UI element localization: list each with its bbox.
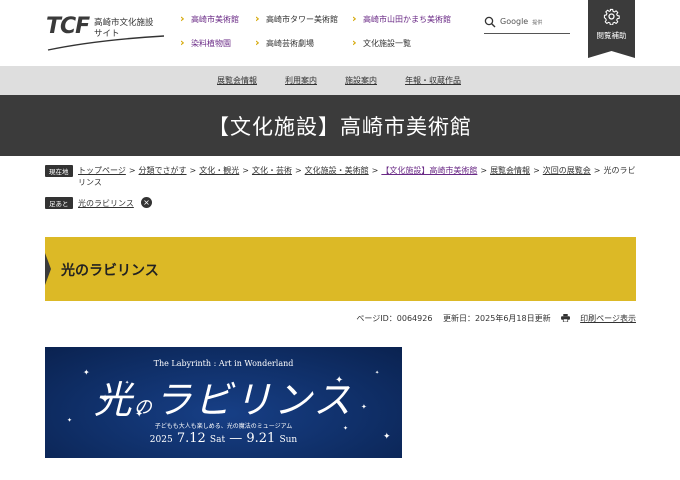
subnav-facility-guide[interactable]: 施設案内 [345,75,377,86]
footprint-item[interactable]: 光のラビリンス [78,198,134,209]
page-heading: 光のラビリンス [61,263,159,279]
breadcrumb-list: トップページ > 分類でさがす > 文化・観光 > 文化・芸術 > 文化施設・美術館 > 【文化施設… [78,166,636,187]
site-header: TCF 高崎市文化施設 サイト 高崎市美術館 高崎市タワー美術館 高崎市山田かま… [0,0,680,66]
search-icon[interactable] [484,16,496,28]
page-id: ページID：0064926 [356,314,433,323]
subnav-annual-report[interactable]: 年報・収蔵作品 [405,75,461,86]
breadcrumb-tag: 現在地 [45,165,73,177]
site-logo[interactable]: TCF 高崎市文化施設 サイト [46,12,166,54]
nav-link-dye-garden[interactable]: 染料植物園 [180,36,231,49]
nav-link-tower-museum[interactable]: 高崎市タワー美術館 [255,12,338,25]
print-link[interactable]: 印刷ページ表示 [561,314,636,323]
updated-date: 更新日：2025年6月18日更新 [442,314,551,323]
footprint: 足あと 光のラビリンス × [45,197,245,211]
title-band: 【文化施設】高崎市美術館 [0,95,680,156]
search-placeholder: Google 提供 [500,17,543,26]
accessibility-button[interactable]: 閲覧補助 [588,0,635,58]
banner-tagline: 子どもも大人も楽しめる、光の魔法のミュージアム [154,423,293,430]
section-nav: 展覧会情報 利用案内 施設案内 年報・収蔵作品 [0,66,680,95]
nav-link-arts-theatre[interactable]: 高崎芸術劇場 [255,36,314,49]
nav-link-facility-list[interactable]: 文化施設一覧 [352,36,411,49]
page-meta: ページID：0064926 更新日：2025年6月18日更新 印刷ページ表示 [348,313,636,324]
breadcrumb-item-facilities[interactable]: 文化施設・美術館 [305,166,369,175]
breadcrumb-item-next-exhibition[interactable]: 次回の展覧会 [543,166,591,175]
page-title: 【文化施設】高崎市美術館 [208,115,472,139]
breadcrumb-item-culture-arts[interactable]: 文化・芸術 [252,166,292,175]
breadcrumb-item-museum[interactable]: 【文化施設】高崎市美術館 [381,166,477,175]
header-nav: 高崎市美術館 高崎市タワー美術館 高崎市山田かまち美術館 染料植物園 高崎芸術劇… [180,12,470,54]
subnav-exhibitions[interactable]: 展覧会情報 [217,75,257,86]
search-box[interactable]: Google 提供 [484,14,570,34]
printer-icon [561,314,571,322]
banner-subtitle: The Labyrinth : Art in Wonderland [153,359,294,368]
banner-title: 光のラビリンス [93,378,354,422]
accessibility-label: 閲覧補助 [596,31,627,40]
subnav-usage-guide[interactable]: 利用案内 [285,75,317,86]
breadcrumb-item-culture-tourism[interactable]: 文化・観光 [199,166,239,175]
breadcrumb-item-category[interactable]: 分類でさがす [139,166,187,175]
breadcrumb-item-top[interactable]: トップページ [78,166,126,175]
nav-link-takasaki-museum[interactable]: 高崎市美術館 [180,12,239,25]
banner-dates: 2025 7.12 Sat — 9.21 Sun [149,431,298,446]
logo-text-line2: サイト [94,29,120,39]
close-icon[interactable]: × [141,197,152,208]
breadcrumb-item-exhibitions[interactable]: 展覧会情報 [490,166,530,175]
nav-link-kamachi-museum[interactable]: 高崎市山田かまち美術館 [352,12,451,25]
gear-icon [603,8,620,25]
exhibition-banner: ✦ ✦ ✦ ✦ ✦ ✦ ✦ ✦ ✦ ✦ The Labyrinth : Art … [45,347,402,458]
page-heading-box: 光のラビリンス [45,237,636,301]
footprint-tag: 足あと [45,197,73,209]
